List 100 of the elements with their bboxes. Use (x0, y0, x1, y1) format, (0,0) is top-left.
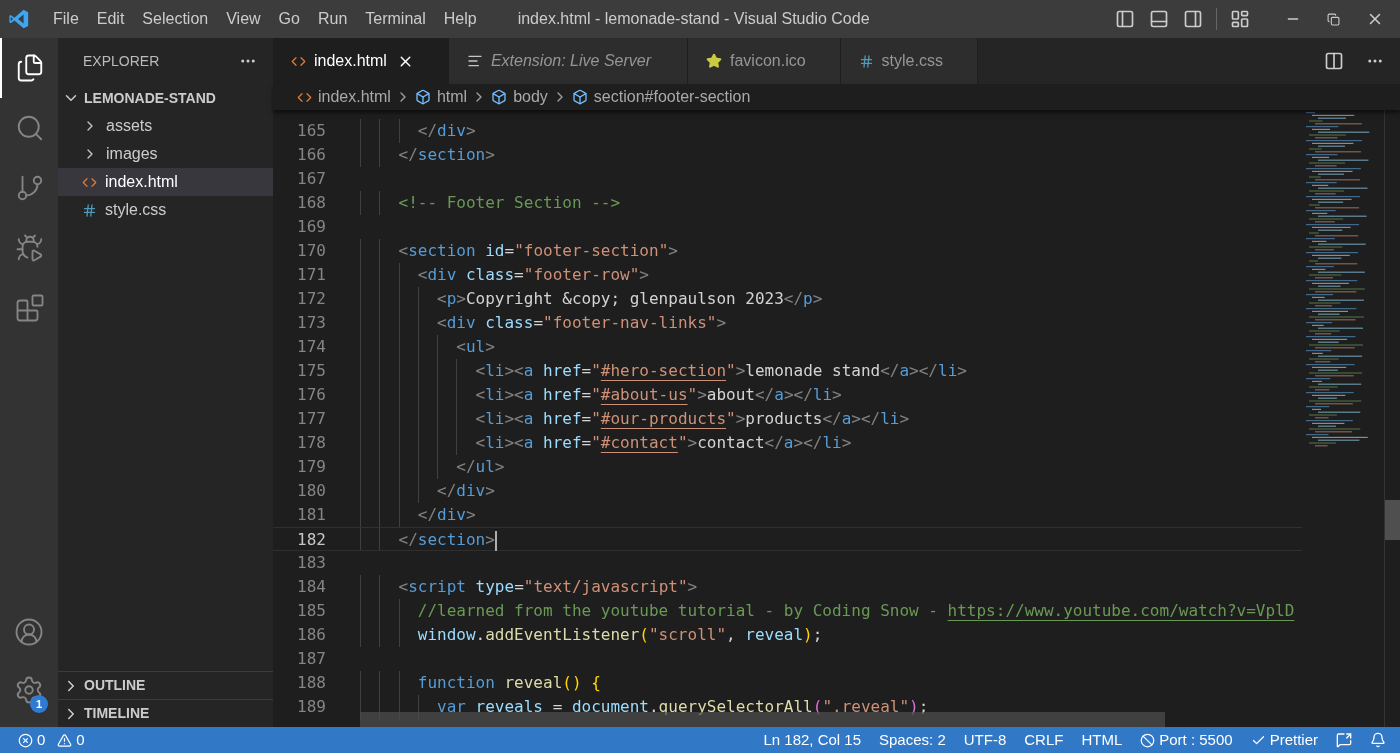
notifications-icon[interactable] (1370, 732, 1386, 748)
split-editor-icon[interactable] (1324, 51, 1344, 71)
element-icon (414, 89, 431, 105)
line-number: 185 (296, 600, 326, 622)
menu-item[interactable]: Run (308, 7, 357, 31)
code-line: <li><a href="#about-us">about</a></li> (475, 385, 842, 404)
menu-item[interactable]: Terminal (356, 7, 435, 31)
status-item[interactable]: 0 (51, 727, 91, 753)
code-line: <!-- Footer Section --> (398, 193, 621, 212)
preview-icon (466, 53, 483, 69)
editor-tab[interactable]: Extension: Live Server (448, 38, 688, 84)
element-icon (571, 89, 588, 105)
code-line: </div> (437, 481, 495, 500)
line-number: 182 (296, 529, 326, 550)
status-item[interactable]: 0 (12, 727, 52, 753)
line-number: 180 (296, 480, 326, 502)
toggle-secondary-sidebar-icon[interactable] (1183, 9, 1203, 29)
line-number: 174 (296, 336, 326, 358)
editor-tab[interactable]: index.html (273, 38, 449, 84)
code-line: </div> (417, 121, 476, 140)
port-icon (1140, 732, 1156, 748)
line-number: 167 (296, 168, 326, 190)
line-number: 189 (296, 696, 326, 718)
folder-header[interactable]: LEMONADE-STAND (58, 84, 273, 112)
feedback-icon[interactable] (1336, 732, 1352, 748)
status-item[interactable]: UTF-8 (957, 727, 1013, 753)
line-number: 172 (296, 288, 326, 310)
window-title: index.html - lemonade-stand - Visual Studio Code (517, 9, 870, 29)
code-line: <p>Copyright &copy; glenpaulson 2023</p> (437, 289, 823, 308)
line-number: 183 (296, 552, 326, 574)
menu-item[interactable]: Help (434, 7, 486, 31)
line-number: 184 (296, 576, 326, 598)
code-line: </section> (398, 530, 495, 549)
code-line: window.addEventListener("scroll", reveal); (417, 625, 823, 644)
warning-icon (57, 732, 73, 748)
status-item[interactable]: Port : 5500 (1134, 727, 1239, 753)
breadcrumb-item[interactable]: body (491, 85, 548, 109)
file-tree-item[interactable]: style.css (58, 196, 273, 224)
line-number: 187 (296, 648, 326, 670)
status-item[interactable]: HTML (1075, 727, 1129, 753)
menu-item[interactable]: View (217, 7, 270, 31)
run-debug-icon (15, 233, 45, 263)
badge: 1 (30, 695, 48, 713)
code-line: </div> (417, 505, 476, 524)
vscode-logo-icon (8, 8, 30, 30)
css-file-icon (858, 53, 874, 69)
status-item[interactable]: Spaces: 2 (873, 727, 952, 753)
code-line: <li><a href="#our-products">products</a></li> (475, 409, 910, 428)
line-number: 178 (296, 432, 326, 454)
toggle-panel-icon[interactable] (1149, 9, 1169, 29)
css-file-icon (82, 202, 97, 218)
branch-icon (15, 173, 45, 203)
code-line: <li><a href="#hero-section">lemonade stand</a></li> (475, 361, 967, 380)
restore-icon[interactable] (1327, 12, 1340, 26)
line-number: 186 (296, 624, 326, 646)
account-icon (14, 617, 44, 647)
status-item[interactable]: Ln 182, Col 15 (757, 727, 867, 753)
file-tree-item[interactable]: assets (58, 112, 273, 140)
breadcrumb-item[interactable]: html (414, 85, 468, 109)
line-number: 175 (296, 360, 326, 382)
editor-tab[interactable]: favicon.ico (688, 38, 841, 84)
status-item[interactable]: Prettier (1244, 727, 1324, 753)
line-number: 170 (296, 240, 326, 262)
breadcrumb-item[interactable]: section#footer-section (571, 85, 751, 109)
code-line: </section> (398, 145, 495, 164)
layout-icon[interactable] (1230, 9, 1250, 29)
line-number: 181 (296, 504, 326, 526)
activity-button[interactable]: 1 (0, 661, 58, 719)
element-icon (491, 89, 508, 105)
error-icon (18, 732, 33, 748)
sidebar-title: EXPLORER (83, 51, 160, 71)
code-line: //learned from the youtube tutorial - by Coding Snow - https://www.youtube.com/watch?v=VplD (417, 601, 1295, 620)
files-icon (15, 53, 45, 83)
line-number: 168 (296, 192, 326, 214)
menu-item[interactable]: File (44, 7, 88, 31)
toggle-sidebar-icon[interactable] (1115, 9, 1135, 29)
code-line: function reveal() { (417, 673, 601, 692)
code-line: <li><a href="#contact">contact</a></li> (475, 433, 852, 452)
search-icon (15, 113, 45, 143)
line-number: 179 (296, 456, 326, 478)
line-number: 177 (296, 408, 326, 430)
menu-item[interactable]: Selection (133, 7, 218, 31)
line-number: 166 (296, 144, 326, 166)
editor-tab[interactable]: style.css (840, 38, 978, 84)
breadcrumb-item[interactable]: index.html (297, 85, 391, 109)
menu-item[interactable]: Go (269, 7, 309, 31)
line-number: 188 (296, 672, 326, 694)
text-cursor (494, 530, 497, 551)
menu-item[interactable]: Edit (87, 7, 134, 31)
code-line: var reveals = document.querySelectorAll(".reveal"); (437, 697, 929, 716)
section-header[interactable]: OUTLINE (58, 671, 273, 699)
status-item[interactable]: CRLF (1018, 727, 1070, 753)
file-tree-item[interactable]: index.html (58, 168, 273, 196)
code-line: <script type="text/javascript"> (398, 577, 698, 596)
star-icon (706, 53, 722, 69)
line-number: 165 (296, 120, 326, 142)
scrollbar-thumb[interactable] (1385, 500, 1400, 540)
line-number: 176 (296, 384, 326, 406)
extensions-icon (15, 293, 45, 323)
file-tree-item[interactable]: images (58, 140, 273, 168)
